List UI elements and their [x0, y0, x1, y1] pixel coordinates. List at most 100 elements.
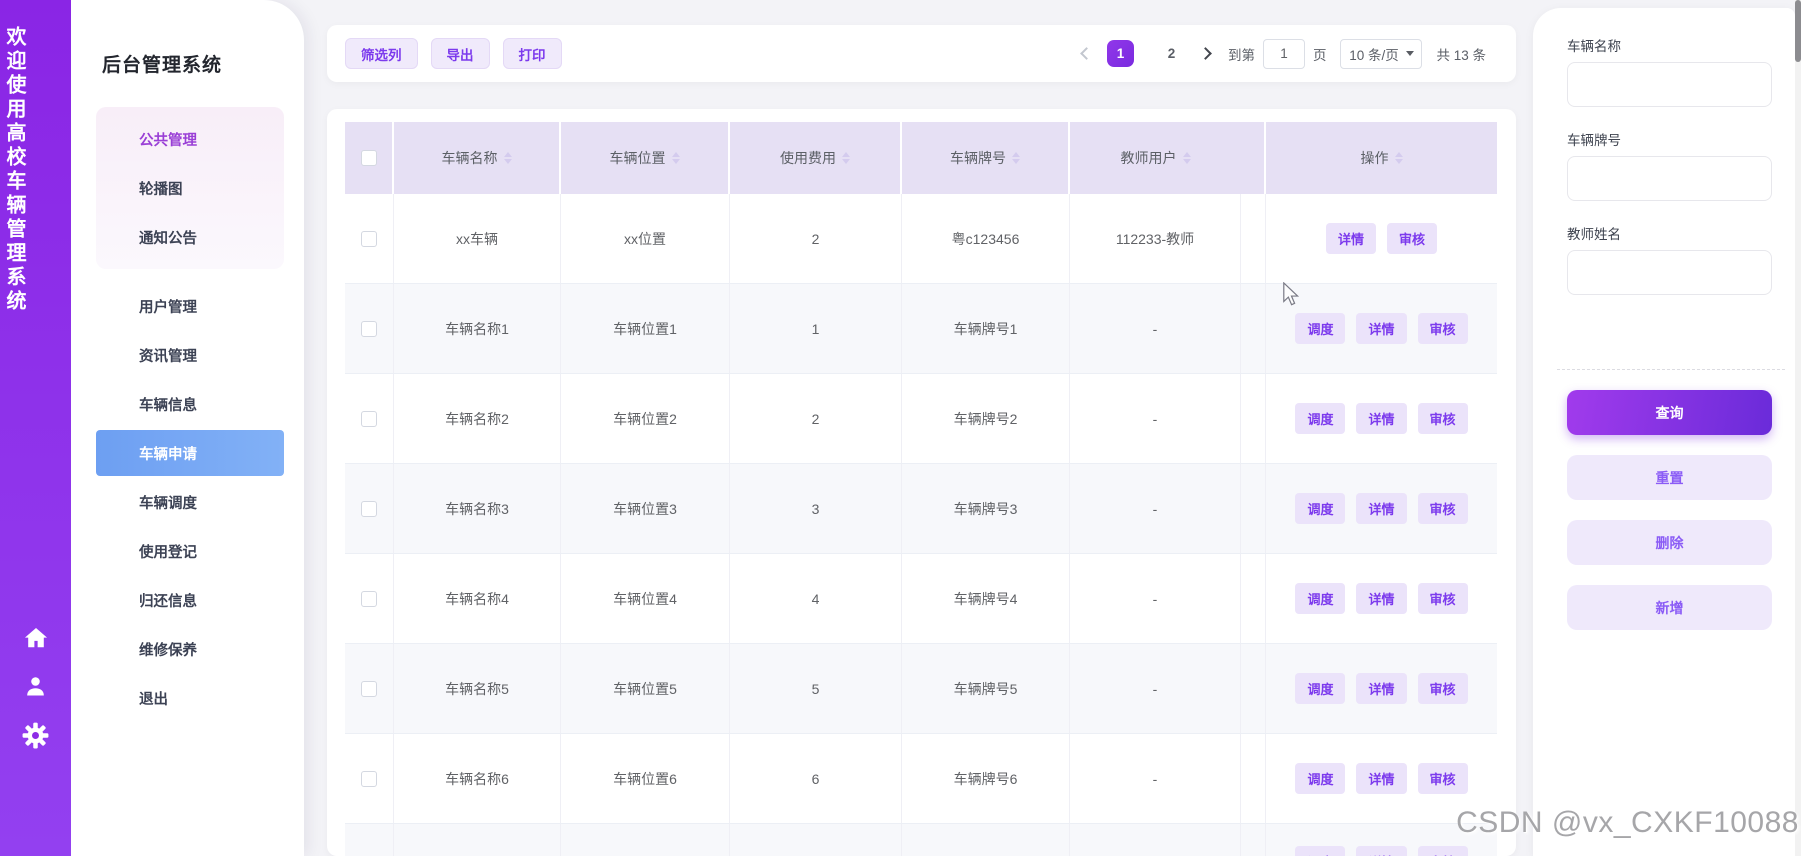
row-checkbox[interactable] [361, 680, 377, 697]
toolbar-button[interactable]: 导出 [430, 38, 490, 69]
page-number-button[interactable]: 1 [1106, 40, 1134, 67]
welcome-vertical-title: 欢迎使用高校车辆管理系统 [3, 26, 25, 314]
row-action-button[interactable]: 调度 [1295, 493, 1346, 524]
cell-vehicle-location: 车辆位置4 [561, 554, 730, 643]
row-action-button[interactable]: 详情 [1356, 846, 1407, 856]
row-checkbox[interactable] [361, 230, 377, 247]
filter-field-input[interactable] [1567, 156, 1772, 201]
sidebar: 后台管理系统 公共管理 轮播图 通知公告 用户管理 资讯管理 车辆信息 车辆申请… [71, 0, 304, 856]
cell-usage-fee: 2 [730, 194, 902, 283]
row-checkbox[interactable] [361, 590, 377, 607]
goto-page-input[interactable] [1262, 38, 1305, 69]
row-action-button[interactable]: 调度 [1295, 583, 1346, 614]
page-size-select[interactable]: 10 条/页 [1340, 38, 1423, 69]
filter-field: 车辆牌号 [1567, 129, 1772, 201]
row-action-button[interactable]: 审核 [1417, 763, 1468, 794]
sidebar-item[interactable]: 归还信息 [96, 577, 284, 623]
cell-teacher-user: 112233-教师 [1070, 194, 1241, 283]
row-action-button[interactable]: 详情 [1356, 493, 1407, 524]
filter-field-input[interactable] [1567, 250, 1772, 295]
sort-carets-icon[interactable] [1394, 152, 1403, 164]
row-checkbox[interactable] [361, 500, 377, 517]
row-action-button[interactable]: 审核 [1417, 673, 1468, 704]
row-action-button[interactable]: 审核 [1387, 223, 1438, 254]
sort-carets-icon[interactable] [1012, 152, 1020, 164]
column-header[interactable]: 教师用户 [1070, 122, 1241, 194]
panel-action-button[interactable]: 重置 [1567, 455, 1772, 500]
panel-divider [1557, 369, 1785, 370]
row-action-button[interactable]: 调度 [1295, 846, 1346, 856]
sidebar-item[interactable]: 轮播图 [96, 165, 284, 211]
prev-page-button[interactable] [1078, 45, 1095, 62]
sort-carets-icon[interactable] [842, 152, 850, 164]
filter-field: 车辆名称 [1567, 35, 1772, 107]
filter-fields: 车辆名称 车辆牌号 教师姓名 [1567, 35, 1772, 295]
next-page-button[interactable] [1197, 45, 1214, 62]
sidebar-section-items: 轮播图 通知公告 [96, 165, 284, 260]
sidebar-item[interactable]: 车辆申请 [96, 430, 284, 476]
sidebar-item[interactable]: 使用登记 [96, 528, 284, 574]
cell-vehicle-name [394, 824, 561, 856]
sort-carets-icon[interactable] [1182, 152, 1191, 164]
column-header[interactable]: 使用费用 [730, 122, 902, 194]
column-header[interactable]: 车辆牌号 [902, 122, 1070, 194]
query-button[interactable]: 查询 [1567, 390, 1772, 435]
row-checkbox[interactable] [361, 320, 377, 337]
filter-field-input[interactable] [1567, 62, 1772, 107]
user-icon[interactable] [22, 673, 49, 700]
sidebar-item-public-management[interactable]: 公共管理 [96, 116, 284, 162]
select-all-checkbox[interactable] [360, 150, 377, 166]
page-number-button[interactable]: 2 [1158, 40, 1185, 67]
cell-spacer [1241, 824, 1266, 856]
sidebar-item[interactable]: 车辆信息 [96, 381, 284, 427]
sidebar-item-label: 公共管理 [139, 132, 197, 149]
panel-action-button[interactable]: 新增 [1567, 585, 1772, 630]
gear-icon[interactable] [22, 722, 49, 749]
sidebar-item-label: 通知公告 [139, 230, 197, 247]
row-action-button[interactable]: 审核 [1417, 493, 1468, 524]
row-action-button[interactable]: 详情 [1356, 583, 1407, 614]
brand-strip: 欢迎使用高校车辆管理系统 [0, 0, 71, 856]
cell-usage-fee: 1 [730, 284, 902, 373]
panel-action-button[interactable]: 删除 [1567, 520, 1772, 565]
sort-carets-icon[interactable] [671, 152, 680, 164]
row-action-button[interactable]: 详情 [1356, 763, 1407, 794]
row-action-button[interactable]: 调度 [1295, 313, 1346, 344]
sidebar-item[interactable]: 用户管理 [96, 283, 284, 329]
row-action-button[interactable]: 详情 [1356, 403, 1407, 434]
select-all-header-cell [345, 122, 394, 194]
row-action-button[interactable]: 审核 [1417, 583, 1468, 614]
sidebar-item[interactable]: 维修保养 [96, 626, 284, 672]
page-scrollbar[interactable] [1795, 0, 1801, 856]
toolbar-button[interactable]: 打印 [502, 38, 562, 69]
row-checkbox[interactable] [361, 770, 377, 787]
chevron-right-icon [1199, 47, 1212, 60]
actions-column-header[interactable]: 操作 [1266, 122, 1497, 194]
row-action-button[interactable]: 调度 [1295, 403, 1346, 434]
column-header[interactable]: 车辆位置 [561, 122, 730, 194]
scrollbar-thumb[interactable] [1795, 0, 1801, 62]
sort-carets-icon[interactable] [503, 152, 512, 164]
row-action-button[interactable]: 审核 [1417, 313, 1468, 344]
row-action-button[interactable]: 审核 [1417, 403, 1468, 434]
sidebar-item[interactable]: 通知公告 [96, 214, 284, 260]
sidebar-item[interactable]: 车辆调度 [96, 479, 284, 525]
sidebar-item[interactable]: 资讯管理 [96, 332, 284, 378]
cell-vehicle-name: 车辆名称4 [394, 554, 561, 643]
row-action-button[interactable]: 详情 [1325, 223, 1376, 254]
cell-spacer [1241, 734, 1266, 823]
row-checkbox[interactable] [361, 410, 377, 427]
row-action-button[interactable]: 详情 [1356, 673, 1407, 704]
row-action-button[interactable]: 调度 [1295, 673, 1346, 704]
row-action-button[interactable]: 调度 [1295, 763, 1346, 794]
sidebar-item-label: 资讯管理 [139, 348, 197, 365]
row-action-button[interactable]: 审核 [1417, 846, 1468, 856]
cell-vehicle-name: 车辆名称5 [394, 644, 561, 733]
column-header[interactable]: 车辆名称 [394, 122, 561, 194]
table-body: xx车辆 xx位置 2 粤c123456 112233-教师 详情 审核 车辆名… [345, 194, 1497, 856]
sidebar-item[interactable]: 退出 [96, 675, 284, 721]
home-icon[interactable] [22, 624, 49, 651]
row-action-button[interactable]: 详情 [1356, 313, 1407, 344]
toolbar-button[interactable]: 筛选列 [345, 38, 418, 69]
cell-vehicle-location: 车辆位置6 [561, 734, 730, 823]
